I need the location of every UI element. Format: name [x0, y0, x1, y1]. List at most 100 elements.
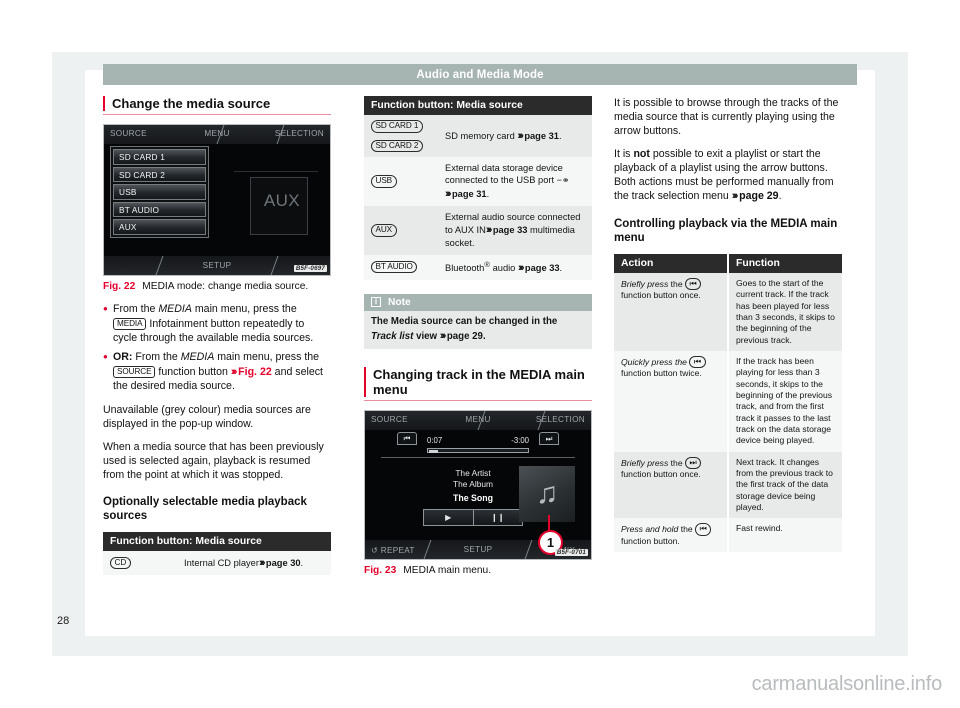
- table-row: SD CARD 1 SD CARD 2 SD memory card ››› p…: [364, 115, 592, 157]
- note-header: i Note: [364, 293, 592, 311]
- play-button[interactable]: ▶: [423, 509, 474, 527]
- bullet2-pre: From the: [132, 351, 181, 364]
- prev-icon[interactable]: ⏮: [685, 277, 702, 291]
- media-keycap[interactable]: MEDIA: [113, 317, 147, 331]
- screen-setup-button[interactable]: SETUP: [203, 261, 232, 270]
- infotainment-screen-media: SOURCE MENU SELECTION ⏮ ⏭ 0:07 -3:00 The…: [364, 410, 592, 561]
- screen-selection-tab[interactable]: SELECTION: [536, 415, 585, 424]
- figure-23: SOURCE MENU SELECTION ⏮ ⏭ 0:07 -3:00 The…: [364, 410, 592, 576]
- table-cell-key: AUX: [364, 206, 438, 255]
- track-metadata: The Artist The Album: [421, 468, 525, 489]
- action-mid: the: [678, 524, 696, 535]
- sd-pageref[interactable]: page 31: [524, 131, 559, 141]
- bullet-source-button: OR: From the MEDIA main menu, press the …: [103, 349, 331, 393]
- screen-top-bar: SOURCE MENU SELECTION: [104, 125, 330, 145]
- bt-desc-mid: audio: [490, 262, 518, 273]
- screen-menu-tab[interactable]: MENU: [465, 415, 490, 424]
- para2-pre: It is: [614, 148, 634, 161]
- chevron-right-icon: ›››: [258, 556, 266, 569]
- table-cell-key: USB: [364, 157, 438, 207]
- table-row: Briefly press the ⏮ function button once…: [614, 272, 842, 351]
- action-post: function button.: [621, 535, 680, 546]
- cd-keycap[interactable]: CD: [110, 556, 131, 570]
- progress-thumb[interactable]: [429, 450, 438, 454]
- bt-pageref[interactable]: page 33: [525, 263, 560, 273]
- progress-bar[interactable]: [427, 448, 529, 454]
- note-pageref[interactable]: page 29: [447, 331, 483, 342]
- figure-code: B5F-0701: [554, 549, 588, 557]
- list-item[interactable]: AUX: [113, 219, 206, 235]
- table-playback-actions: Action Function Briefly press the ⏮ func…: [614, 253, 842, 553]
- aux-keycap[interactable]: AUX: [371, 224, 397, 237]
- title-divider: [364, 400, 592, 402]
- next-track-button[interactable]: ⏭: [539, 432, 559, 446]
- screen-setup-button[interactable]: SETUP: [464, 545, 493, 554]
- table-cell-desc: External audio source connected to AUX I…: [438, 206, 592, 255]
- table-cell-function: Fast rewind.: [728, 518, 842, 553]
- screen-selection-tab[interactable]: SELECTION: [275, 129, 324, 138]
- chevron-right-icon: ›››: [445, 187, 452, 200]
- usb-keycap[interactable]: USB: [371, 175, 397, 188]
- repeat-button[interactable]: ↺ REPEAT: [371, 545, 415, 555]
- note-post: .: [482, 330, 486, 342]
- screen-source-tab[interactable]: SOURCE: [371, 415, 408, 424]
- prev-icon[interactable]: ⏮: [695, 523, 712, 536]
- page-title: Change the media source: [103, 96, 331, 112]
- list-item[interactable]: SD CARD 1: [113, 149, 206, 165]
- cd-desc: Internal CD player: [184, 557, 259, 568]
- screen-aux-label: AUX: [263, 191, 300, 211]
- table-cell-function: Goes to the start of the current track. …: [728, 272, 842, 351]
- action-mid: the: [668, 278, 686, 289]
- subheading-optional-sources: Optionally selectable media playback sou…: [103, 496, 307, 523]
- column-right: It is possible to browse through the tra…: [614, 96, 842, 553]
- table-cell-desc: External data storage device connected t…: [438, 157, 592, 207]
- list-item[interactable]: SD CARD 2: [113, 166, 206, 183]
- music-note-icon: ♫: [535, 477, 559, 511]
- usb-pageref[interactable]: page 31: [452, 189, 487, 199]
- sd-desc: SD memory card: [445, 130, 518, 141]
- chevron-right-icon: ›››: [517, 129, 524, 142]
- table-row: Quickly press the ⏮ function button twic…: [614, 350, 842, 452]
- table-caption: Function button: Media source: [364, 96, 592, 115]
- note-body: The Media source can be changed in the T…: [364, 310, 592, 349]
- page-number: 28: [57, 615, 70, 627]
- paragraph-resume: When a media source that has been previo…: [103, 440, 324, 481]
- next-icon[interactable]: ⏭: [685, 456, 702, 470]
- bt-desc: Bluetooth: [445, 262, 485, 273]
- chapter-title: Audio and Media Mode: [416, 68, 544, 81]
- prev-icon[interactable]: ⏮: [689, 355, 706, 369]
- list-item[interactable]: BT AUDIO: [113, 201, 206, 218]
- source-keycap[interactable]: SOURCE: [113, 365, 156, 379]
- bullet2-or: OR:: [113, 351, 133, 364]
- table-row: CD Internal CD player››› page 30.: [103, 550, 331, 576]
- pause-button[interactable]: ❙❙: [473, 509, 523, 527]
- artist-name: The Artist: [455, 468, 491, 479]
- figure-number: Fig. 23: [364, 565, 397, 577]
- para2-pageref[interactable]: page 29: [739, 190, 778, 202]
- note-italic: Track list: [371, 330, 414, 342]
- note-pre: The Media source can be changed in the: [371, 315, 558, 327]
- aux-pageref[interactable]: page 33: [493, 225, 528, 235]
- bullet2-figref[interactable]: Fig. 22: [238, 366, 272, 378]
- screen-source-tab[interactable]: SOURCE: [110, 129, 147, 138]
- subheading-changing-track: Changing track in the MEDIA main menu: [364, 366, 592, 398]
- table-cell-action: Press and hold the ⏮ function button.: [614, 518, 729, 553]
- note-box: i Note The Media source can be changed i…: [364, 293, 592, 349]
- list-item[interactable]: USB: [113, 184, 206, 200]
- table-cell-action: Quickly press the ⏮ function button twic…: [614, 350, 729, 452]
- previous-track-button[interactable]: ⏮: [397, 432, 417, 446]
- subheading-controlling-playback: Controlling playback via the MEDIA main …: [614, 218, 838, 245]
- action-post: function button once.: [621, 290, 701, 301]
- sd-card-1-keycap[interactable]: SD CARD 1: [371, 120, 423, 133]
- chevron-right-icon: ›››: [731, 190, 739, 203]
- action-verb: Briefly press: [621, 457, 669, 468]
- screen-menu-tab[interactable]: MENU: [204, 129, 229, 138]
- repeat-label: REPEAT: [380, 546, 415, 556]
- paragraph-unavailable: Unavailable (grey colour) media sources …: [103, 403, 311, 430]
- figure-caption-text: MEDIA mode: change media source.: [142, 281, 309, 293]
- action-verb: Press and hold: [621, 524, 679, 535]
- remaining-time: -3:00: [511, 436, 529, 446]
- cd-pageref[interactable]: page 30: [266, 558, 301, 568]
- sd-card-2-keycap[interactable]: SD CARD 2: [371, 139, 423, 152]
- bt-audio-keycap[interactable]: BT AUDIO: [371, 260, 418, 274]
